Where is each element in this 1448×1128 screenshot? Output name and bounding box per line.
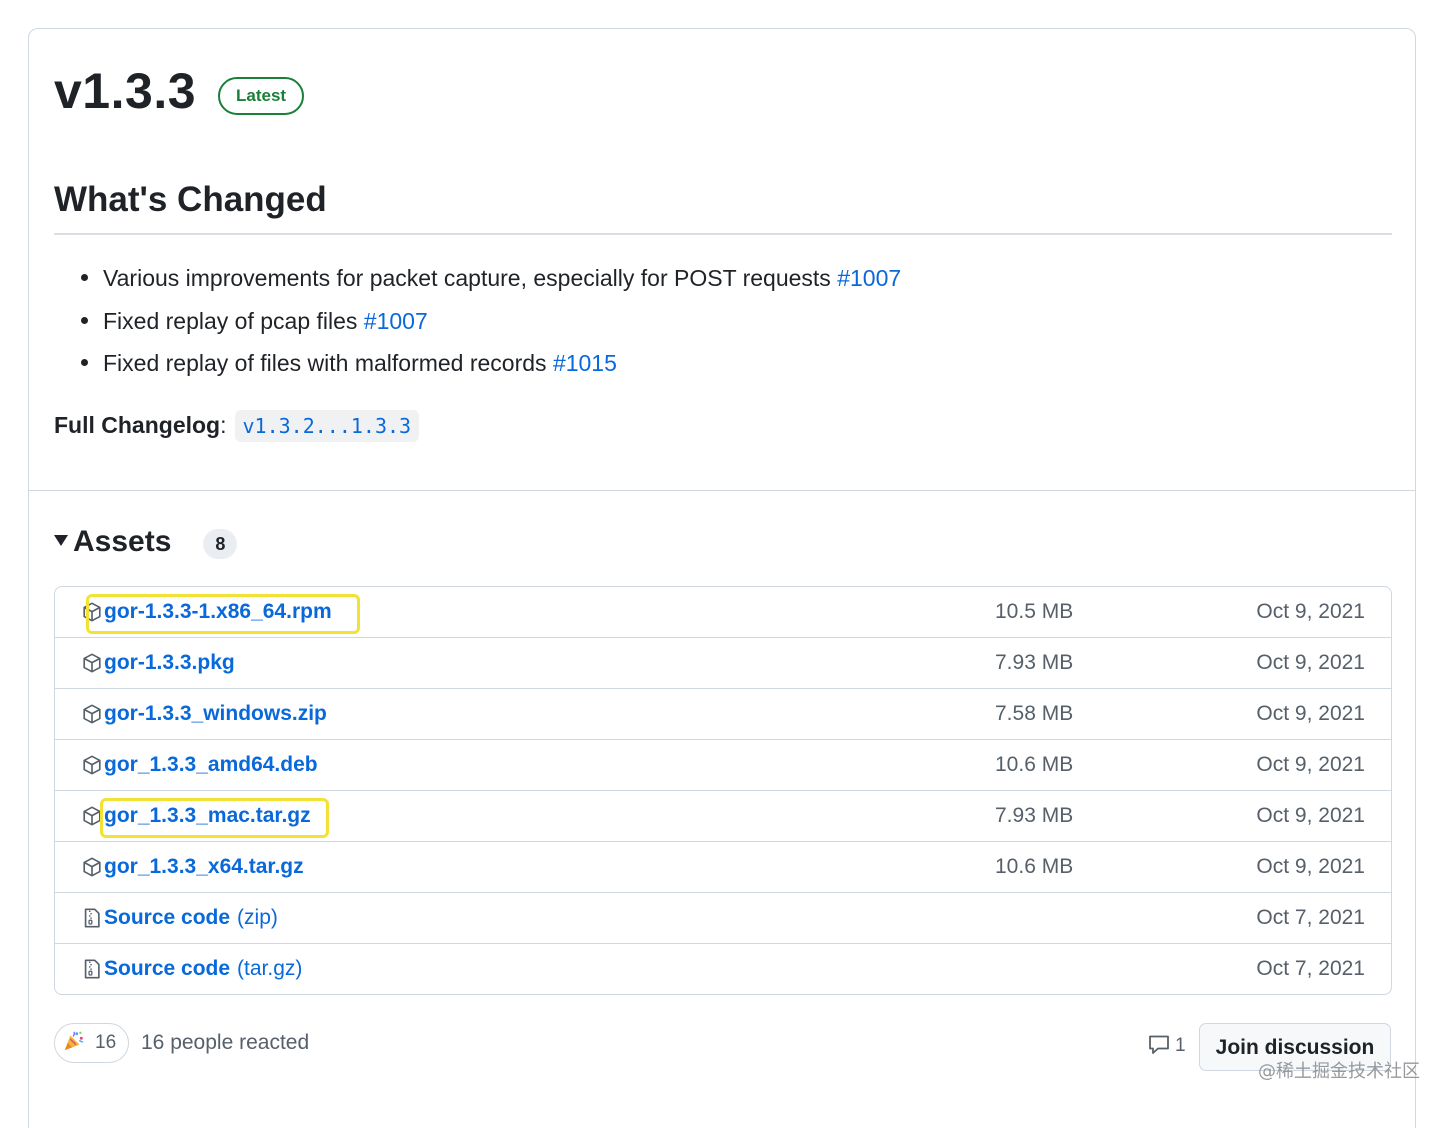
package-icon	[81, 856, 103, 878]
asset-name: gor_1.3.3_amd64.deb	[104, 753, 318, 776]
pull-request-link[interactable]: #1015	[553, 350, 617, 376]
caret-down-icon	[54, 534, 68, 546]
asset-name: gor-1.3.3_windows.zip	[104, 702, 327, 725]
asset-date: Oct 7, 2021	[1256, 906, 1365, 929]
bullet-icon	[81, 274, 88, 281]
reaction-count: 16	[95, 1032, 117, 1053]
assets-count-badge: 8	[203, 529, 238, 559]
release-footer: 16 16 people reacted 1 Join discussion	[54, 1023, 1392, 1071]
heading-divider	[54, 233, 1392, 235]
asset-row: Source code (tar.gz) Oct 7, 2021	[55, 943, 1391, 994]
change-item: Fixed replay of pcap files #1007	[81, 300, 901, 343]
asset-row: gor_1.3.3_mac.tar.gz 7.93 MB Oct 9, 2021	[55, 790, 1391, 841]
asset-row: Source code (zip) Oct 7, 2021	[55, 892, 1391, 943]
asset-date: Oct 9, 2021	[1256, 651, 1365, 674]
package-icon	[81, 601, 103, 623]
bullet-icon	[81, 359, 88, 366]
asset-download-link[interactable]: gor_1.3.3_amd64.deb	[104, 740, 318, 790]
changelog-compare-link[interactable]: v1.3.2...1.3.3	[234, 410, 420, 442]
asset-download-link[interactable]: gor-1.3.3-1.x86_64.rpm	[104, 587, 332, 637]
change-text: Various improvements for packet capture,…	[103, 265, 838, 291]
change-item: Fixed replay of files with malformed rec…	[81, 342, 901, 385]
asset-row: gor-1.3.3-1.x86_64.rpm 10.5 MB Oct 9, 2021	[55, 587, 1391, 637]
assets-label: Assets	[73, 525, 172, 558]
asset-row: gor_1.3.3_x64.tar.gz 10.6 MB Oct 9, 2021	[55, 841, 1391, 892]
package-icon	[81, 754, 103, 776]
comment-count-value: 1	[1175, 1035, 1186, 1056]
pull-request-link[interactable]: #1007	[837, 265, 901, 291]
package-icon	[81, 652, 103, 674]
asset-date: Oct 9, 2021	[1256, 804, 1365, 827]
release-card: v1.3.3 Latest What's Changed Various imp…	[28, 28, 1416, 1128]
reaction-button[interactable]: 16	[54, 1023, 130, 1063]
changelog-colon: :	[220, 412, 227, 438]
asset-date: Oct 9, 2021	[1256, 753, 1365, 776]
full-changelog: Full Changelog: v1.3.2...1.3.3	[54, 407, 420, 443]
section-divider	[29, 490, 1415, 491]
latest-badge: Latest	[218, 77, 305, 115]
reaction-summary: 16 people reacted	[141, 1031, 310, 1054]
asset-download-link[interactable]: gor-1.3.3.pkg	[104, 638, 235, 688]
asset-name: gor-1.3.3.pkg	[104, 651, 235, 674]
asset-size: 7.93 MB	[995, 804, 1074, 827]
asset-format: (zip)	[237, 906, 278, 929]
comment-icon	[1149, 1035, 1169, 1054]
asset-download-link[interactable]: Source code (zip)	[104, 893, 278, 943]
pull-request-link[interactable]: #1007	[364, 308, 428, 334]
asset-size: 7.58 MB	[995, 702, 1074, 725]
change-text: Fixed replay of files with malformed rec…	[103, 350, 553, 376]
asset-download-link[interactable]: gor_1.3.3_x64.tar.gz	[104, 842, 304, 892]
asset-format: (tar.gz)	[237, 957, 303, 980]
asset-date: Oct 9, 2021	[1256, 855, 1365, 878]
asset-size: 10.6 MB	[995, 753, 1074, 776]
asset-date: Oct 7, 2021	[1256, 957, 1365, 980]
asset-date: Oct 9, 2021	[1256, 600, 1365, 623]
watermark: @稀土掘金技术社区	[1258, 1061, 1420, 1082]
asset-download-link[interactable]: gor_1.3.3_mac.tar.gz	[104, 791, 311, 841]
package-icon	[81, 703, 103, 725]
comment-count[interactable]: 1	[1147, 1027, 1186, 1065]
change-item: Various improvements for packet capture,…	[81, 257, 901, 300]
asset-name: gor_1.3.3_mac.tar.gz	[104, 804, 311, 827]
bullet-icon	[81, 316, 88, 324]
file-zip-icon	[81, 958, 103, 980]
asset-name: gor_1.3.3_x64.tar.gz	[104, 855, 304, 878]
asset-name: Source code	[104, 957, 231, 980]
changelog-label: Full Changelog	[54, 412, 221, 438]
asset-size: 10.6 MB	[995, 855, 1074, 878]
tada-icon	[64, 1031, 84, 1051]
asset-name: gor-1.3.3-1.x86_64.rpm	[104, 600, 332, 623]
asset-row: gor-1.3.3_windows.zip 7.58 MB Oct 9, 2021	[55, 688, 1391, 739]
assets-toggle[interactable]: Assets 8	[54, 521, 238, 563]
asset-download-link[interactable]: gor-1.3.3_windows.zip	[104, 689, 327, 739]
whats-changed-heading: What's Changed	[54, 180, 327, 219]
change-text: Fixed replay of pcap files	[103, 307, 364, 334]
asset-name: Source code	[104, 906, 231, 929]
changes-list: Various improvements for packet capture,…	[81, 257, 901, 385]
file-zip-icon	[81, 907, 103, 929]
asset-size: 10.5 MB	[995, 600, 1074, 623]
asset-size: 7.93 MB	[995, 651, 1074, 674]
asset-row: gor-1.3.3.pkg 7.93 MB Oct 9, 2021	[55, 637, 1391, 688]
package-icon	[81, 805, 103, 827]
asset-download-link[interactable]: Source code (tar.gz)	[104, 944, 302, 994]
asset-date: Oct 9, 2021	[1256, 702, 1365, 725]
assets-list: gor-1.3.3-1.x86_64.rpm 10.5 MB Oct 9, 2021…	[54, 586, 1392, 995]
asset-row: gor_1.3.3_amd64.deb 10.6 MB Oct 9, 2021	[55, 739, 1391, 790]
release-title[interactable]: v1.3.3	[54, 61, 196, 121]
